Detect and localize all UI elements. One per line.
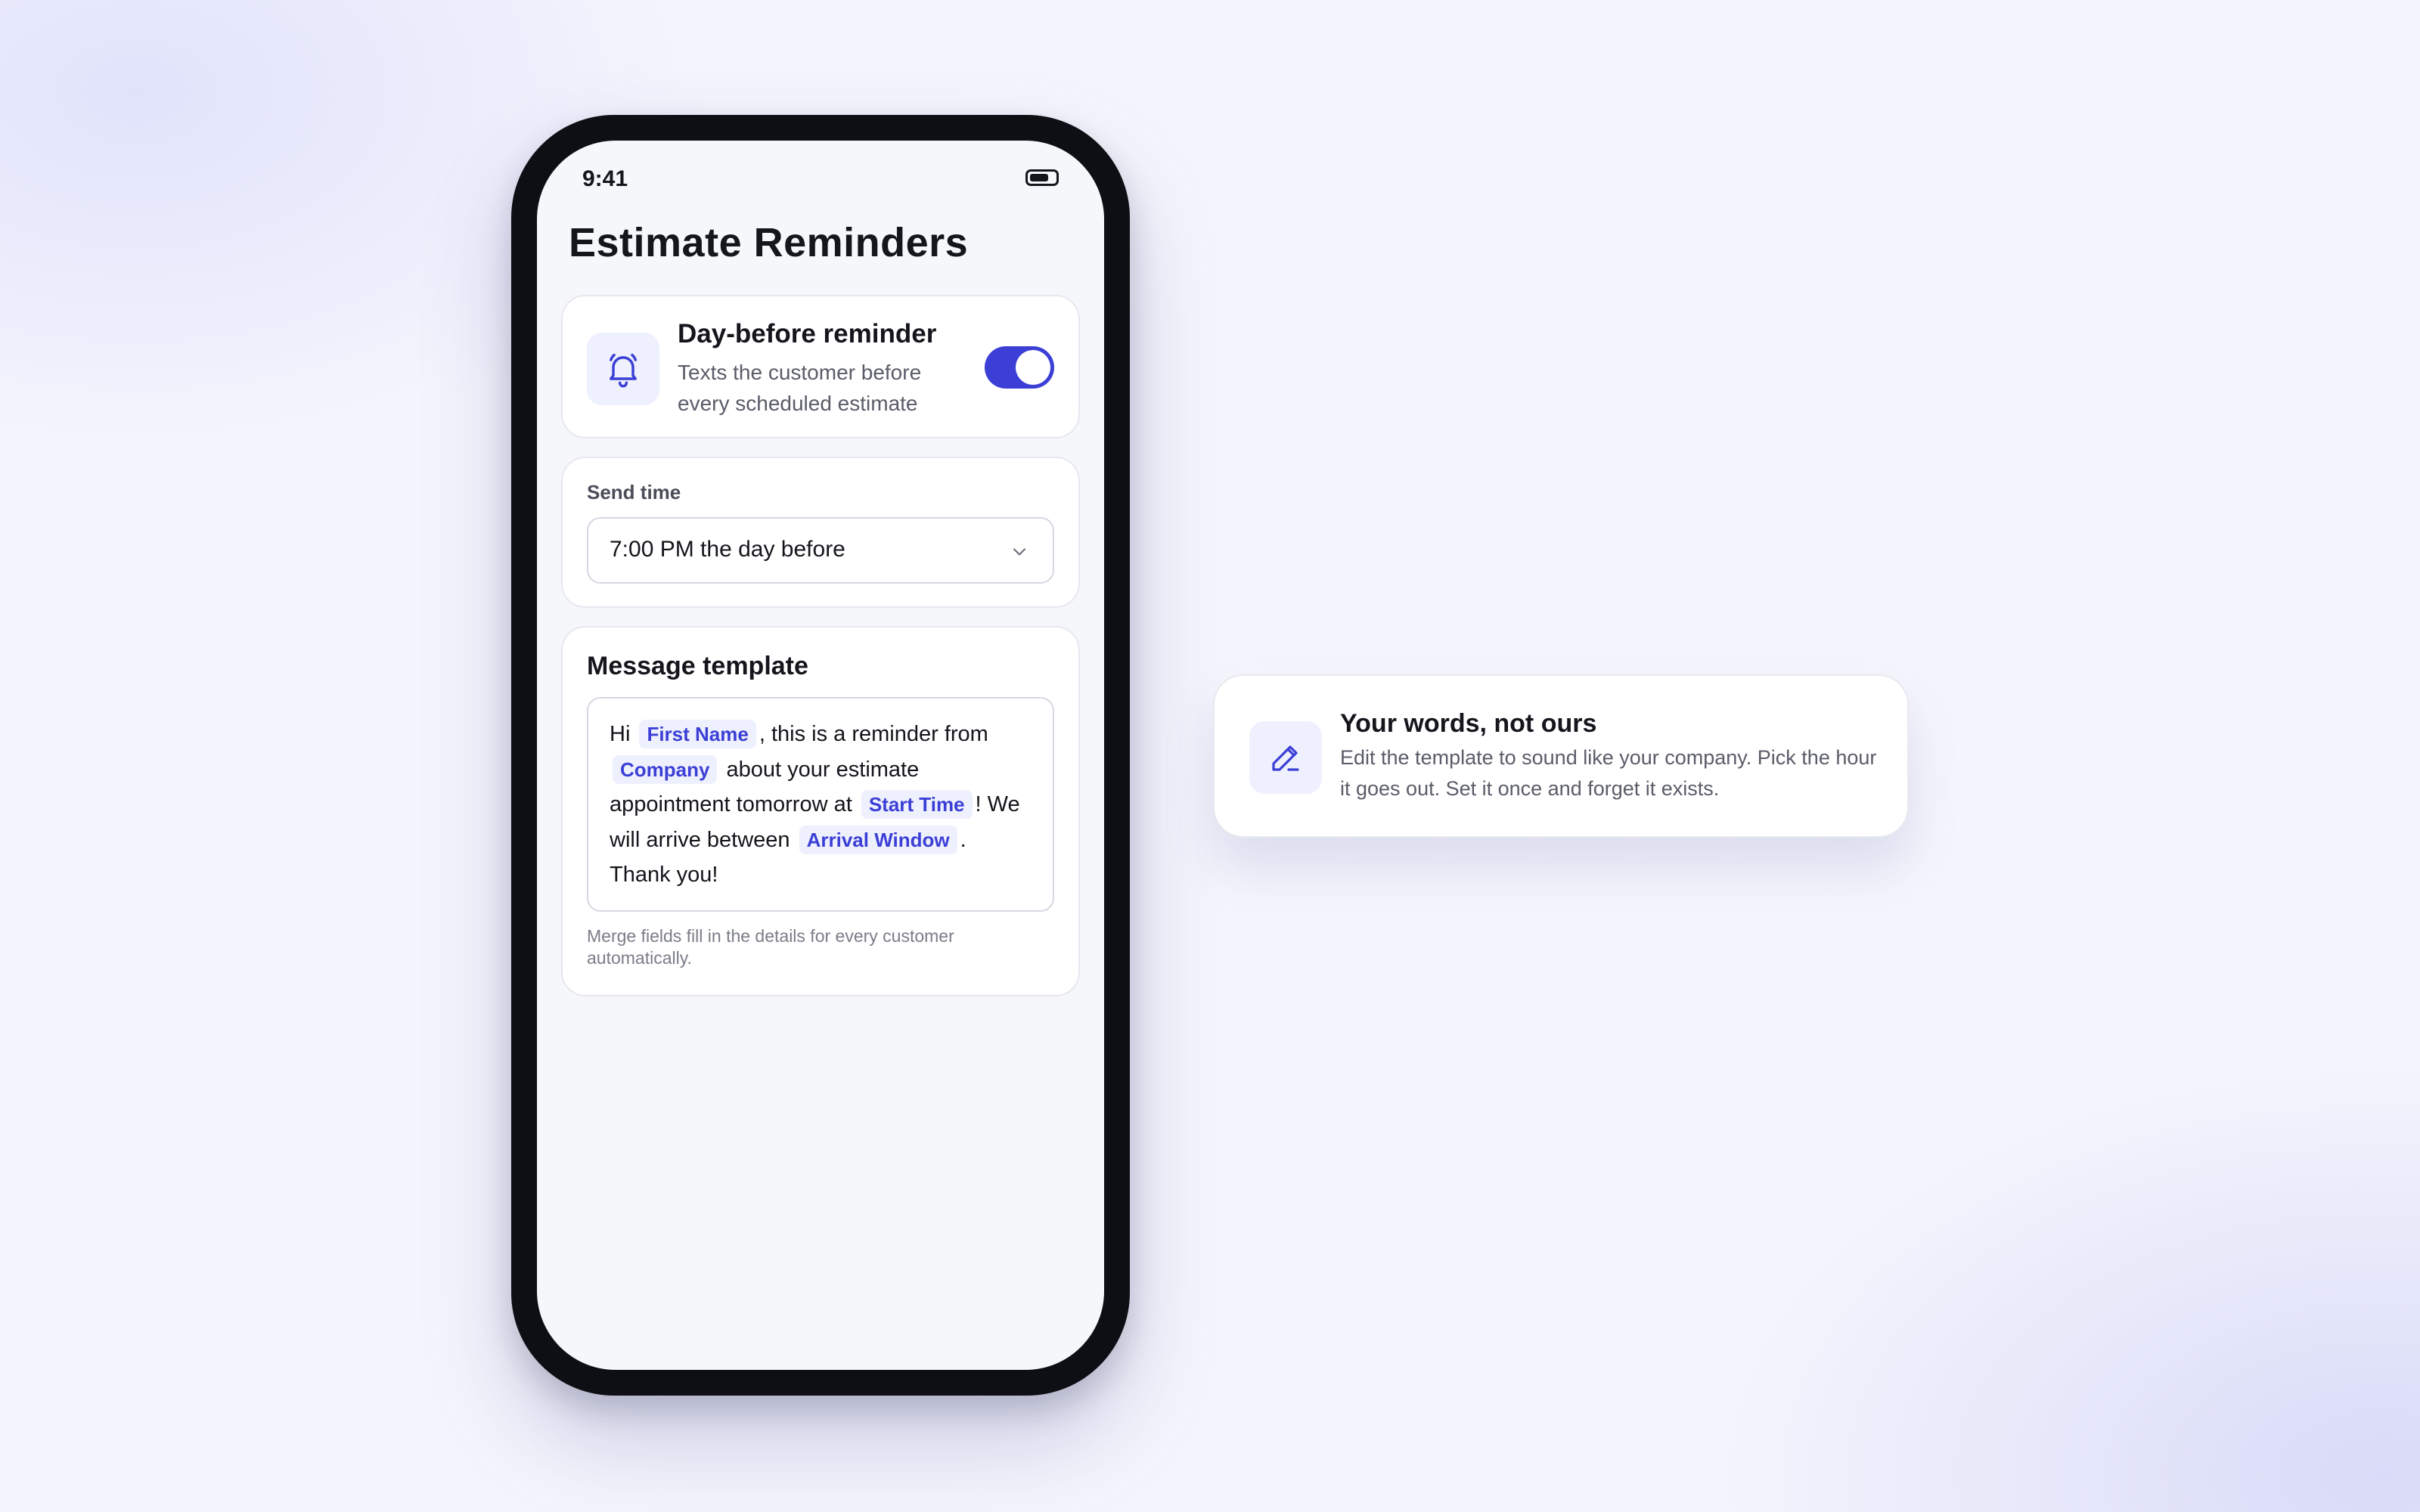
toggle-knob <box>1016 350 1050 385</box>
status-bar: 9:41 <box>537 141 1104 216</box>
reminder-title: Day-before reminder <box>678 319 937 349</box>
chevron-down-icon <box>1009 541 1030 566</box>
page-title: Estimate Reminders <box>569 220 969 265</box>
send-time-label: Send time <box>587 481 681 503</box>
merge-field-company[interactable]: Company <box>613 754 718 784</box>
callout-description: Edit the template to sound like your com… <box>1340 746 1877 800</box>
template-title: Message template <box>587 652 808 680</box>
template-text: , this is a reminder from <box>759 722 988 746</box>
template-hint: Merge fields fill in the details for eve… <box>587 926 954 968</box>
phone-frame: 9:41 Estimate Reminders Day-before remin… <box>511 115 1130 1396</box>
feature-callout: Your words, not ours Edit the template t… <box>1213 674 1909 838</box>
bell-icon <box>587 333 659 405</box>
merge-field-start-time[interactable]: Start Time <box>861 790 973 819</box>
reminder-toggle[interactable] <box>985 346 1054 389</box>
callout-title: Your words, not ours <box>1340 709 1597 738</box>
template-text: Hi <box>610 722 631 746</box>
template-editor[interactable]: Hi First Name, this is a reminder from C… <box>587 697 1054 912</box>
pencil-icon <box>1249 721 1322 794</box>
send-time-card: Send time 7:00 PM the day before <box>561 457 1080 608</box>
reminder-description: Texts the customer before every schedule… <box>678 361 922 415</box>
send-time-value: 7:00 PM the day before <box>610 537 845 562</box>
message-template-card: Message template Hi First Name, this is … <box>561 626 1080 996</box>
phone-screen: 9:41 Estimate Reminders Day-before remin… <box>537 141 1104 1370</box>
send-time-select[interactable]: 7:00 PM the day before <box>587 517 1054 584</box>
battery-icon <box>1025 169 1059 186</box>
status-time: 9:41 <box>582 166 628 191</box>
reminder-card: Day-before reminder Texts the customer b… <box>561 295 1080 438</box>
merge-field-arrival-window[interactable]: Arrival Window <box>799 825 957 854</box>
merge-field-first-name[interactable]: First Name <box>639 720 756 748</box>
